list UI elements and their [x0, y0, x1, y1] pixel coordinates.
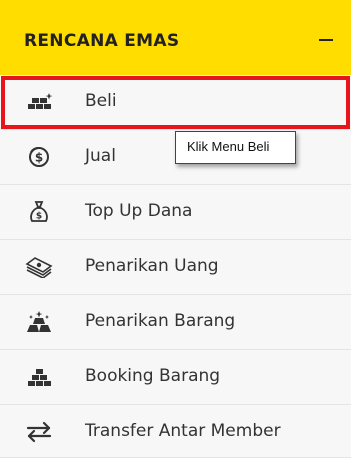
- gold-bars-star-icon: [24, 309, 54, 335]
- gold-bars-icon: [24, 364, 54, 390]
- menu-item-top-up-dana[interactable]: $ Top Up Dana: [0, 185, 351, 240]
- menu-item-label: Jual: [85, 146, 116, 166]
- menu-item-label: Penarikan Uang: [85, 256, 219, 276]
- menu-item-label: Penarikan Barang: [85, 311, 236, 331]
- coin-dollar-icon: $: [24, 144, 54, 170]
- menu-item-booking-barang[interactable]: Booking Barang: [0, 350, 351, 405]
- menu-item-transfer-antar-member[interactable]: Transfer Antar Member: [0, 405, 351, 458]
- svg-text:$: $: [36, 212, 42, 222]
- money-bag-icon: $: [24, 199, 54, 225]
- svg-text:$: $: [35, 151, 43, 165]
- menu-item-label: Top Up Dana: [85, 201, 193, 221]
- menu-item-label: Booking Barang: [85, 366, 221, 386]
- gold-bars-sparkle-icon: [24, 89, 54, 115]
- menu-item-penarikan-barang[interactable]: Penarikan Barang: [0, 295, 351, 350]
- header: RENCANA EMAS: [0, 0, 351, 81]
- menu-item-beli[interactable]: Beli: [0, 75, 351, 130]
- minus-icon: [319, 39, 333, 41]
- transfer-arrows-icon: [24, 419, 54, 445]
- menu-item-label: Transfer Antar Member: [85, 421, 281, 441]
- menu-item-penarikan-uang[interactable]: Penarikan Uang: [0, 240, 351, 295]
- section-title: RENCANA EMAS: [24, 31, 180, 51]
- tooltip-text: Klik Menu Beli: [187, 139, 270, 154]
- cash-stack-icon: [24, 254, 54, 280]
- tooltip: Klik Menu Beli: [175, 131, 296, 164]
- menu-item-label: Beli: [85, 91, 117, 111]
- collapse-button[interactable]: [313, 28, 339, 52]
